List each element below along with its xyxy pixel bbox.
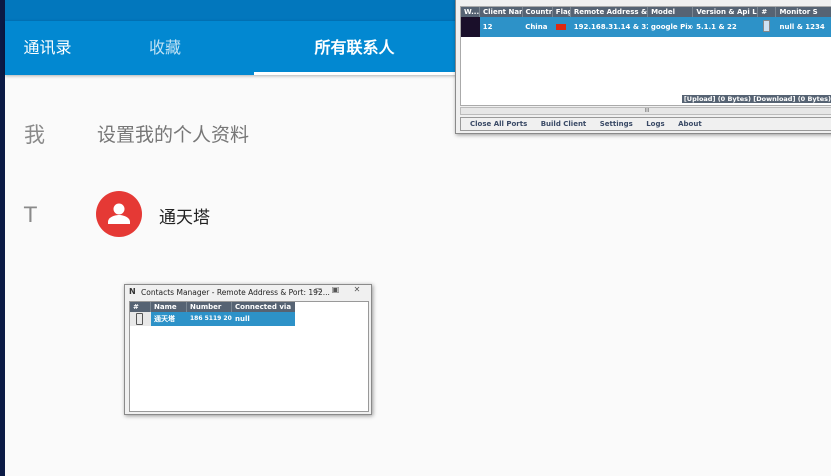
col-header[interactable]: Name bbox=[151, 302, 187, 312]
window-controls: ▭ ▣ ✕ bbox=[310, 285, 370, 294]
traffic-status: [Upload] (0 Bytes) [Download] (0 Bytes) bbox=[681, 95, 831, 103]
about-button[interactable]: About bbox=[678, 120, 702, 128]
settings-button[interactable]: Settings bbox=[600, 120, 633, 128]
client-name: 12 bbox=[482, 23, 493, 31]
col-header[interactable]: Remote Address & Port bbox=[571, 7, 649, 17]
scroll-grip[interactable]: III bbox=[645, 108, 649, 114]
contacts-window: N Contacts Manager - Remote Address & Po… bbox=[124, 284, 372, 415]
build-client-button[interactable]: Build Client bbox=[541, 120, 587, 128]
contacts-table-header: # Name Number Connected via bbox=[130, 302, 295, 312]
horizontal-scrollbar[interactable]: III bbox=[460, 107, 831, 115]
client-row[interactable]: 12 China 192.168.31.14 & 3210 google Pix… bbox=[461, 17, 831, 37]
col-header[interactable]: Client Name bbox=[480, 7, 523, 17]
col-header[interactable]: Country bbox=[523, 7, 553, 17]
section-letter-me: 我 bbox=[24, 123, 45, 147]
model: google Pixel 2 bbox=[650, 23, 693, 31]
close-all-ports-button[interactable]: Close All Ports bbox=[470, 120, 527, 128]
setup-profile-link[interactable]: 设置我的个人资料 bbox=[97, 120, 249, 147]
main-window: W... Client Name Country Flag Remote Add… bbox=[455, 0, 831, 134]
wallpaper-thumbnail bbox=[461, 17, 480, 37]
window-title: Contacts Manager - Remote Address & Port… bbox=[141, 288, 330, 297]
col-header[interactable]: Connected via bbox=[232, 302, 295, 312]
col-header[interactable]: # bbox=[758, 7, 777, 17]
contact-name[interactable]: 通天塔 bbox=[159, 203, 210, 228]
col-header[interactable]: Version & Api Level bbox=[693, 7, 759, 17]
contact-avatar[interactable] bbox=[96, 191, 142, 237]
contact-name: 通天塔 bbox=[154, 315, 175, 323]
section-letter-t: T bbox=[24, 203, 37, 227]
tab-contacts[interactable]: 通讯录 bbox=[5, 21, 90, 75]
col-header[interactable]: W... bbox=[461, 7, 481, 17]
logs-button[interactable]: Logs bbox=[646, 120, 664, 128]
clients-table-header: W... Client Name Country Flag Remote Add… bbox=[461, 7, 831, 17]
col-header[interactable]: Flag bbox=[553, 7, 571, 17]
china-flag-icon bbox=[552, 17, 570, 37]
contact-number: 186 5119 2043 bbox=[190, 315, 232, 322]
col-header[interactable]: Monitor S bbox=[776, 7, 831, 17]
maximize-icon[interactable]: ▣ bbox=[327, 285, 344, 294]
monitor: null & 1234 bbox=[779, 23, 825, 31]
version: 5.1.1 & 22 bbox=[696, 23, 737, 31]
phone-icon bbox=[130, 312, 151, 326]
close-icon[interactable]: ✕ bbox=[344, 285, 370, 294]
minimize-icon[interactable]: ▭ bbox=[310, 285, 327, 294]
country: China bbox=[525, 23, 548, 31]
col-header[interactable]: Model bbox=[648, 7, 694, 17]
remote-address: 192.168.31.14 & 3210 bbox=[573, 23, 648, 31]
connected-via: null bbox=[235, 315, 250, 323]
col-header[interactable]: Number bbox=[187, 302, 232, 312]
contact-row[interactable]: 通天塔 186 5119 2043 null bbox=[130, 312, 295, 326]
menu-bar: Close All Ports Build Client Settings Lo… bbox=[460, 117, 831, 131]
col-header[interactable]: # bbox=[130, 302, 151, 312]
app-logo: N bbox=[129, 287, 136, 296]
phone-icon bbox=[758, 17, 776, 37]
tab-indicator bbox=[254, 72, 455, 75]
tab-favorites[interactable]: 收藏 bbox=[125, 21, 205, 75]
person-icon bbox=[108, 203, 130, 224]
tab-all-contacts[interactable]: 所有联系人 bbox=[254, 21, 455, 75]
